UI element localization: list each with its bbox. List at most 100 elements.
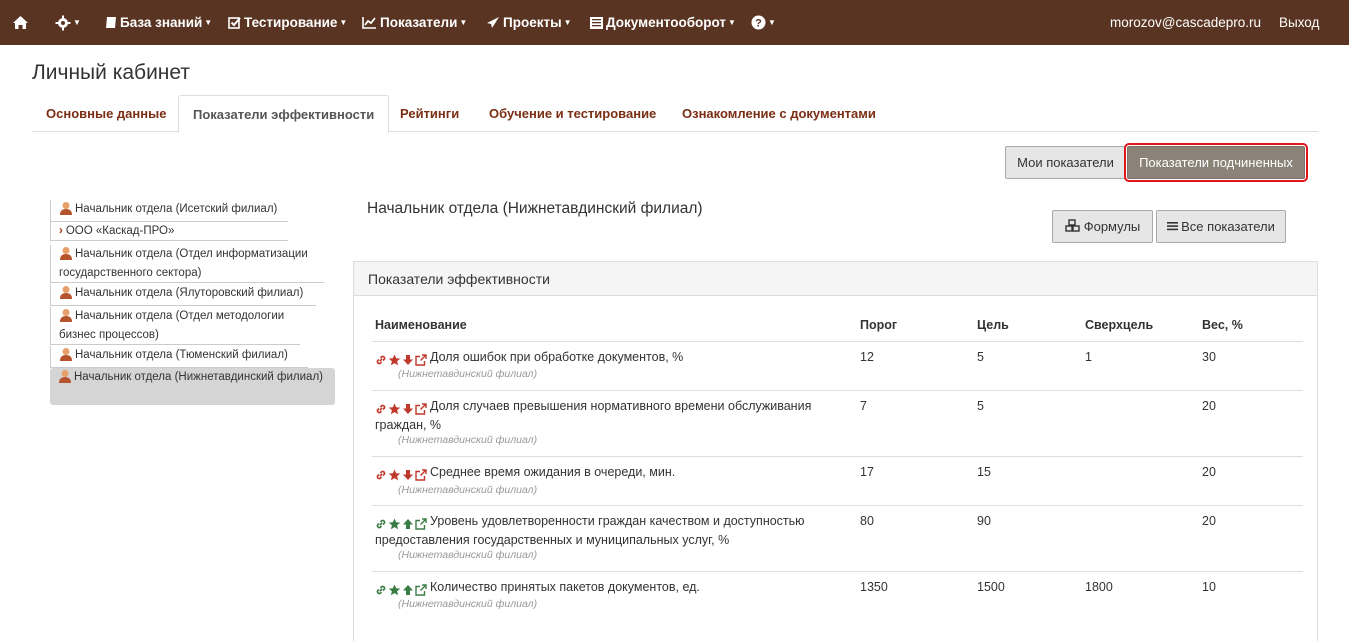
subordinates-indicators-button[interactable]: Показатели подчиненных — [1124, 143, 1308, 182]
profile-tabs: Основные данные Показатели эффективности… — [32, 95, 1318, 133]
weight-cell: 20 — [1202, 514, 1216, 528]
list-icon — [1167, 219, 1179, 234]
my-indicators-button[interactable]: Мои показатели — [1005, 146, 1126, 179]
row-divider — [372, 571, 1303, 572]
user-icon — [58, 369, 72, 388]
employee-title: Начальник отдела (Нижнетавдинский филиал… — [367, 200, 703, 217]
chevron-right-icon: › — [59, 225, 63, 237]
panel-title: Показатели эффективности — [354, 262, 1317, 296]
nav-indicators[interactable]: Показатели ▼ — [362, 0, 467, 45]
tree-item-selected[interactable]: Начальник отдела (Нижнетавдинский филиал… — [50, 368, 335, 405]
super-target-cell: 1800 — [1085, 580, 1113, 594]
indicator-name[interactable]: Уровень удовлетворенности граждан качест… — [375, 513, 845, 549]
external-link-icon — [415, 354, 427, 366]
link-icon — [376, 470, 386, 480]
tree-item[interactable]: Начальник отдела (Отдел методологии бизн… — [50, 307, 300, 345]
nav-document-flow[interactable]: Документооборот ▼ — [590, 0, 736, 45]
arrow-up-icon — [403, 584, 413, 595]
link-icon — [376, 404, 386, 414]
tab-performance-indicators[interactable]: Показатели эффективности — [178, 95, 390, 133]
caret-icon: ▼ — [339, 18, 348, 27]
threshold-cell: 17 — [860, 465, 874, 479]
caret-icon: ▼ — [204, 18, 213, 27]
arrow-down-icon — [403, 354, 413, 365]
tree-item[interactable]: Начальник отдела (Отдел информатизации г… — [50, 245, 324, 283]
all-indicators-button[interactable]: Все показатели — [1156, 210, 1286, 243]
caret-icon: ▼ — [768, 18, 776, 27]
user-icon — [59, 246, 73, 265]
star-icon — [388, 354, 401, 366]
target-cell: 5 — [977, 350, 984, 364]
indicator-department: (Нижнетавдинский филиал) — [398, 434, 538, 446]
cubes-icon — [1065, 218, 1080, 235]
nav-testing[interactable]: Тестирование ▼ — [228, 0, 347, 45]
top-navbar: ▼ База знаний ▼ Тестирование ▼ Показател… — [0, 0, 1349, 45]
indicator-department: (Нижнетавдинский филиал) — [398, 598, 538, 610]
arrow-up-icon — [403, 518, 413, 529]
weight-cell: 30 — [1202, 350, 1216, 364]
caret-icon: ▼ — [728, 18, 736, 27]
indicator-department: (Нижнетавдинский филиал) — [398, 368, 538, 380]
tab-ratings[interactable]: Рейтинги — [386, 95, 473, 132]
indicator-department: (Нижнетавдинский филиал) — [398, 484, 538, 496]
paper-plane-icon — [486, 16, 500, 29]
settings-menu[interactable]: ▼ — [55, 0, 81, 45]
tab-training-testing[interactable]: Обучение и тестирование — [475, 95, 670, 132]
target-cell: 5 — [977, 399, 984, 413]
user-icon — [59, 285, 73, 304]
star-icon — [388, 584, 401, 596]
col-header-super-target: Сверхцель — [1085, 318, 1154, 332]
indicator-name[interactable]: Среднее время ожидания в очереди, мин. — [375, 464, 845, 483]
external-link-icon — [415, 584, 427, 596]
user-email[interactable]: morozov@cascadepro.ru — [1110, 0, 1261, 45]
threshold-cell: 12 — [860, 350, 874, 364]
target-cell: 15 — [977, 465, 991, 479]
nav-projects[interactable]: Проекты ▼ — [486, 0, 572, 45]
page-title: Личный кабинет — [32, 61, 190, 84]
user-icon — [59, 201, 73, 220]
tree-item-organization[interactable]: › ООО «Каскад-ПРО» — [50, 222, 288, 241]
threshold-cell: 80 — [860, 514, 874, 528]
home-link[interactable] — [12, 0, 29, 45]
row-divider — [372, 390, 1303, 391]
check-square-icon — [228, 16, 241, 29]
user-icon — [59, 347, 73, 366]
caret-icon: ▼ — [459, 18, 468, 27]
target-cell: 90 — [977, 514, 991, 528]
tab-basic-data[interactable]: Основные данные — [32, 95, 180, 132]
tree-item[interactable]: Начальник отдела (Исетский филиал) — [50, 200, 288, 222]
book-icon — [105, 16, 117, 29]
user-icon — [59, 308, 73, 327]
super-target-cell: 1 — [1085, 350, 1092, 364]
formulas-button[interactable]: Формулы — [1052, 210, 1153, 243]
col-header-name: Наименование — [375, 318, 467, 332]
link-icon — [376, 355, 386, 365]
row-divider — [372, 505, 1303, 506]
weight-cell: 10 — [1202, 580, 1216, 594]
star-icon — [388, 518, 401, 530]
question-circle-icon: ? — [751, 15, 766, 30]
indicator-department: (Нижнетавдинский филиал) — [398, 549, 538, 561]
indicator-name[interactable]: Доля ошибок при обработке документов, % — [375, 349, 845, 368]
weight-cell: 20 — [1202, 465, 1216, 479]
row-divider — [372, 456, 1303, 457]
caret-icon: ▼ — [563, 18, 572, 27]
help-menu[interactable]: ? ▼ — [751, 0, 776, 45]
link-icon — [376, 519, 386, 529]
star-icon — [388, 403, 401, 415]
nav-knowledge-base[interactable]: База знаний ▼ — [105, 0, 212, 45]
external-link-icon — [415, 403, 427, 415]
star-icon — [388, 469, 401, 481]
tab-document-acquaintance[interactable]: Ознакомление с документами — [668, 95, 890, 132]
tree-item[interactable]: Начальник отдела (Ялуторовский филиал) — [50, 284, 316, 306]
tree-item[interactable]: Начальник отдела (Тюменский филиал) — [50, 346, 308, 368]
indicator-name[interactable]: Количество принятых пакетов документов, … — [375, 579, 845, 598]
row-divider — [372, 341, 1303, 342]
indicator-name[interactable]: Доля случаев превышения нормативного вре… — [375, 398, 845, 434]
logout-link[interactable]: Выход — [1279, 0, 1319, 45]
col-header-target: Цель — [977, 318, 1009, 332]
threshold-cell: 7 — [860, 399, 867, 413]
list-icon — [590, 16, 603, 29]
caret-icon: ▼ — [73, 18, 81, 27]
external-link-icon — [415, 469, 427, 481]
